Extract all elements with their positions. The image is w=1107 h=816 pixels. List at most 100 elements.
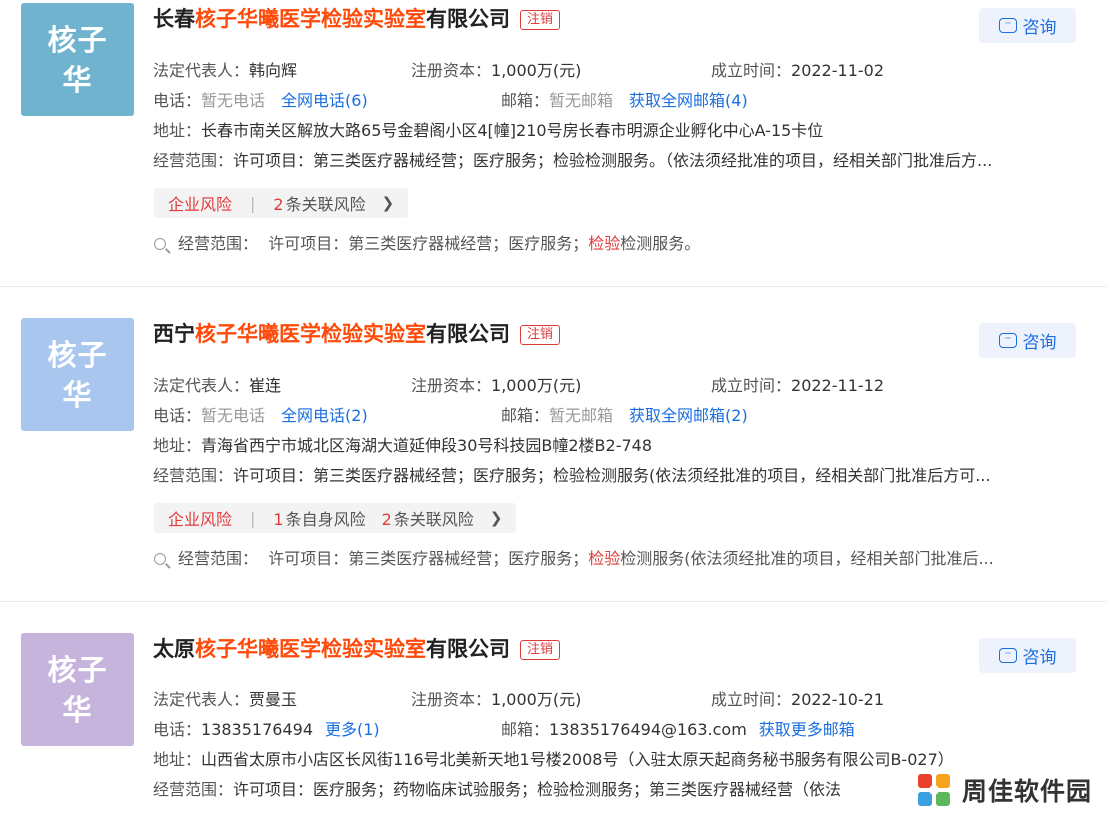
email-value[interactable]: 13835176494@163.com — [549, 720, 747, 739]
card-divider — [0, 286, 1107, 287]
capital-row: 注册资本：1,000万(元) — [411, 375, 581, 397]
founded-label: 成立时间： — [711, 61, 792, 80]
logo-petal — [918, 774, 932, 788]
match-row: 经营范围： 许可项目：第三类医疗器械经营；医疗服务；检验检测服务。 — [154, 233, 1074, 255]
consult-button[interactable]: ··· 咨询 — [979, 8, 1076, 43]
founded-row: 成立时间：2022-11-12 — [711, 375, 884, 397]
all-emails-link[interactable]: 获取全网邮箱(2) — [629, 406, 748, 425]
legal-rep-row: 法定代表人：贾曼玉 — [153, 689, 297, 711]
risk-text: 条关联风险 — [393, 510, 474, 529]
company-name[interactable]: 太原核子华曦医学检验实验室有限公司 注销 — [153, 634, 561, 664]
address-value: 青海省西宁市城北区海湖大道延伸段30号科技园B幢2楼B2-748 — [201, 436, 653, 455]
more-phones-link[interactable]: 更多(1) — [325, 720, 380, 739]
address-value: 长春市南关区解放大路65号金碧阁小区4[幢]210号房长春市明源企业孵化中心A-… — [201, 121, 824, 140]
consult-label: 咨询 — [1022, 648, 1057, 668]
site-watermark: 周佳软件园 — [912, 768, 1092, 812]
risk-count: 1 — [273, 510, 284, 529]
risk-text: 条关联风险 — [285, 195, 366, 214]
name-prefix[interactable]: 太原 — [153, 637, 195, 661]
name-highlight[interactable]: 核子华曦医学检验实验室 — [195, 637, 426, 661]
more-emails-link[interactable]: 获取更多邮箱 — [759, 720, 855, 739]
risk-separator: | — [250, 193, 256, 213]
match-after: 检测服务。 — [620, 234, 701, 253]
logo-petal — [936, 792, 950, 806]
founded-label: 成立时间： — [711, 376, 792, 395]
chevron-right-icon: ❯ — [489, 509, 503, 527]
name-highlight[interactable]: 核子华曦医学检验实验室 — [195, 7, 426, 31]
scope-row: 经营范围：许可项目：医疗服务；药物临床试验服务；检验检测服务；第三类医疗器械经营… — [153, 779, 913, 801]
phone-value: 暂无电话 — [201, 406, 266, 425]
email-row: 邮箱：暂无邮箱 获取全网邮箱(2) — [501, 405, 748, 427]
name-prefix[interactable]: 西宁 — [153, 322, 195, 346]
email-row: 邮箱：13835176494@163.com 获取更多邮箱 — [501, 719, 855, 741]
phone-label: 电话： — [153, 91, 202, 110]
email-value: 暂无邮箱 — [549, 406, 614, 425]
scope-label: 经营范围： — [153, 780, 234, 799]
founded-row: 成立时间：2022-10-21 — [711, 689, 884, 711]
match-keyword: 检验 — [588, 234, 621, 253]
watermark-text: 周佳软件园 — [962, 777, 1093, 806]
name-suffix[interactable]: 有限公司 — [426, 322, 510, 346]
phone-label: 电话： — [153, 406, 202, 425]
status-badge: 注销 — [520, 640, 561, 660]
company-name[interactable]: 西宁核子华曦医学检验实验室有限公司 注销 — [153, 319, 561, 349]
match-label: 经营范围： — [178, 234, 259, 253]
capital-value: 1,000万(元) — [491, 376, 582, 395]
phone-value: 暂无电话 — [201, 91, 266, 110]
consult-label: 咨询 — [1022, 333, 1057, 353]
founded-value: 2022-11-12 — [791, 376, 884, 395]
scope-label: 经营范围： — [153, 466, 234, 485]
company-name[interactable]: 长春核子华曦医学检验实验室有限公司 注销 — [153, 4, 561, 34]
founded-row: 成立时间：2022-11-02 — [711, 60, 884, 82]
capital-label: 注册资本： — [411, 376, 492, 395]
company-logo: 核子华 — [21, 3, 134, 116]
scope-value: 许可项目：第三类医疗器械经营；医疗服务；检验检测服务。（依法须经批准的项目，经相… — [233, 151, 993, 170]
match-row: 经营范围： 许可项目：第三类医疗器械经营；医疗服务；检验检测服务(依法须经批准的… — [154, 548, 1074, 570]
address-label: 地址： — [153, 436, 202, 455]
risk-count: 2 — [273, 195, 284, 214]
status-badge: 注销 — [520, 325, 561, 345]
risk-bar[interactable]: 企业风险 | 1 条自身风险 2 条关联风险 ❯ — [154, 503, 517, 533]
company-logo: 核子华 — [21, 318, 134, 431]
email-label: 邮箱： — [501, 91, 550, 110]
risk-bar[interactable]: 企业风险 | 2 条关联风险 ❯ — [154, 188, 409, 218]
chat-icon: ··· — [998, 333, 1017, 348]
legal-rep-label: 法定代表人： — [153, 690, 250, 709]
company-logo: 核子华 — [21, 633, 134, 746]
risk-item: 2 条关联风险 — [382, 506, 474, 530]
all-phones-link[interactable]: 全网电话(2) — [281, 406, 368, 425]
chat-icon: ··· — [998, 648, 1017, 663]
address-row: 地址：青海省西宁市城北区海湖大道延伸段30号科技园B幢2楼B2-748 — [153, 435, 1078, 457]
name-highlight[interactable]: 核子华曦医学检验实验室 — [195, 322, 426, 346]
name-prefix[interactable]: 长春 — [153, 7, 195, 31]
risk-count: 2 — [381, 510, 392, 529]
name-suffix[interactable]: 有限公司 — [426, 637, 510, 661]
all-emails-link[interactable]: 获取全网邮箱(4) — [629, 91, 748, 110]
name-suffix[interactable]: 有限公司 — [426, 7, 510, 31]
chat-icon: ··· — [998, 18, 1017, 33]
legal-rep-value[interactable]: 韩向辉 — [249, 61, 297, 80]
email-label: 邮箱： — [501, 406, 550, 425]
risk-item: 2 条关联风险 — [273, 191, 365, 215]
risk-label: 企业风险 — [168, 510, 233, 529]
all-phones-link[interactable]: 全网电话(6) — [281, 91, 368, 110]
capital-value: 1,000万(元) — [491, 61, 582, 80]
match-before: 许可项目：第三类医疗器械经营；医疗服务； — [268, 549, 589, 568]
phone-value[interactable]: 13835176494 — [201, 720, 313, 739]
consult-button[interactable]: ··· 咨询 — [979, 323, 1076, 358]
legal-rep-label: 法定代表人： — [153, 376, 250, 395]
risk-text: 条自身风险 — [285, 510, 366, 529]
scope-row: 经营范围：许可项目：第三类医疗器械经营；医疗服务；检验检测服务。（依法须经批准的… — [153, 150, 1078, 172]
legal-rep-value[interactable]: 贾曼玉 — [249, 690, 297, 709]
scope-label: 经营范围： — [153, 151, 234, 170]
address-label: 地址： — [153, 750, 202, 769]
pinwheel-logo-icon — [912, 768, 956, 812]
email-row: 邮箱：暂无邮箱 获取全网邮箱(4) — [501, 90, 748, 112]
consult-button[interactable]: ··· 咨询 — [979, 638, 1076, 673]
legal-rep-value[interactable]: 崔连 — [249, 376, 281, 395]
risk-label: 企业风险 — [168, 195, 233, 214]
consult-label: 咨询 — [1022, 18, 1057, 38]
phone-row: 电话：暂无电话 全网电话(2) — [153, 405, 368, 427]
phone-label: 电话： — [153, 720, 202, 739]
address-row: 地址：长春市南关区解放大路65号金碧阁小区4[幢]210号房长春市明源企业孵化中… — [153, 120, 1078, 142]
